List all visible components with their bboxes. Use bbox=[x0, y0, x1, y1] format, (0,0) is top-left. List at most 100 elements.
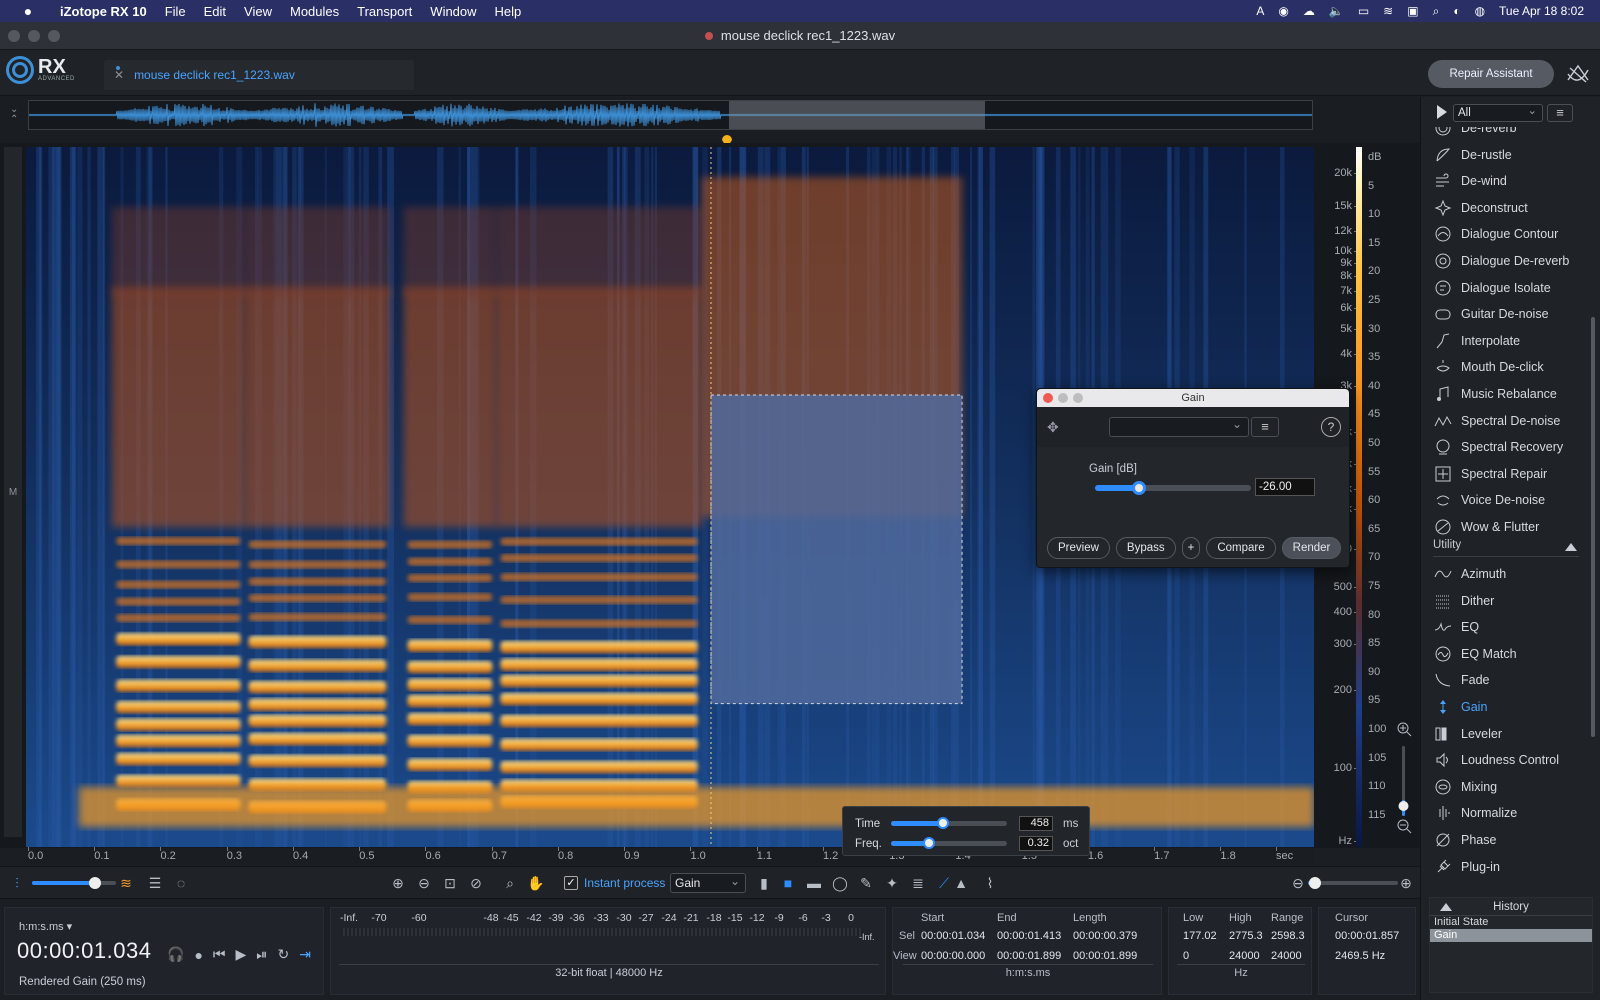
module-item-guitar-de-noise[interactable]: Guitar De-noise bbox=[1433, 303, 1589, 325]
module-item-normalize[interactable]: Normalize bbox=[1433, 802, 1589, 824]
module-item-dialogue-de-reverb[interactable]: Dialogue De-reverb bbox=[1433, 250, 1589, 272]
control-center-icon[interactable]: ◐ bbox=[1453, 4, 1460, 18]
horizontal-zoom-knob[interactable] bbox=[1309, 877, 1322, 889]
module-item-mixing[interactable]: Mixing bbox=[1433, 776, 1589, 798]
zoom-fit-icon[interactable]: ⊘ bbox=[466, 873, 486, 893]
gain-value-field[interactable]: -26.00 bbox=[1255, 478, 1315, 496]
module-item-spectral-recovery[interactable]: Spectral Recovery bbox=[1433, 436, 1589, 458]
module-item-eq[interactable]: EQ bbox=[1433, 616, 1589, 638]
harmonic-selection-icon[interactable]: ≣ bbox=[908, 873, 928, 893]
volume-icon[interactable]: 🔈 bbox=[1329, 4, 1344, 18]
freq-feather-value[interactable]: 0.32 bbox=[1019, 836, 1053, 851]
preview-button[interactable]: Preview bbox=[1047, 537, 1110, 559]
module-item-deconstruct[interactable]: Deconstruct bbox=[1433, 197, 1589, 219]
loop-button[interactable]: ↻ bbox=[278, 946, 290, 963]
module-item-gain[interactable]: Gain bbox=[1433, 696, 1589, 718]
horizontal-zoom-out-icon[interactable]: ⊖ bbox=[1290, 873, 1306, 893]
play-selection-button[interactable]: ⏯ bbox=[256, 946, 267, 963]
module-item-dialogue-contour[interactable]: Dialogue Contour bbox=[1433, 223, 1589, 245]
time-frequency-selection-tool-icon[interactable]: ■ bbox=[778, 873, 798, 893]
view-high-value[interactable]: 24000 bbox=[1229, 950, 1260, 962]
input-source-icon[interactable]: ▣ bbox=[1407, 4, 1418, 18]
lasso-tool-icon[interactable]: ◯ bbox=[830, 873, 850, 893]
module-item-music-rebalance[interactable]: Music Rebalance bbox=[1433, 383, 1589, 405]
go-to-start-button[interactable]: ⏮ bbox=[213, 946, 226, 963]
sel-start-value[interactable]: 00:00:01.034 bbox=[921, 930, 985, 942]
history-title[interactable]: History bbox=[1430, 898, 1592, 916]
repair-assistant-button[interactable]: Repair Assistant bbox=[1428, 60, 1554, 88]
battery-icon[interactable]: ▭ bbox=[1358, 4, 1369, 18]
add-bypass-button[interactable]: + bbox=[1181, 537, 1201, 559]
module-item-phase[interactable]: Phase bbox=[1433, 829, 1589, 851]
horizontal-zoom-in-icon[interactable]: ⊕ bbox=[1398, 873, 1414, 893]
follow-playhead-button[interactable]: ⇥ bbox=[299, 946, 311, 963]
sel-high-value[interactable]: 2775.3 bbox=[1229, 930, 1263, 942]
wifi-icon[interactable]: ≋ bbox=[1383, 4, 1393, 18]
view-low-value[interactable]: 0 bbox=[1183, 950, 1189, 962]
draw-curve-icon[interactable]: ⌇ bbox=[980, 873, 1000, 893]
feather-options-icon[interactable]: ▲ bbox=[954, 873, 968, 893]
module-item-azimuth[interactable]: Azimuth bbox=[1433, 563, 1589, 585]
waveform-spectrogram-knob[interactable] bbox=[89, 877, 101, 889]
preset-menu-button[interactable]: ≡ bbox=[1251, 417, 1279, 437]
horizontal-zoom-slider[interactable] bbox=[1308, 877, 1398, 889]
time-feather-slider[interactable] bbox=[891, 817, 1007, 829]
zoom-selection-icon[interactable]: ⊡ bbox=[440, 873, 460, 893]
instant-process-label[interactable]: Instant process bbox=[584, 876, 665, 890]
waveform-view-icon[interactable]: ⫶ bbox=[8, 873, 26, 893]
module-item-interpolate[interactable]: Interpolate bbox=[1433, 330, 1589, 352]
vpn-icon[interactable]: ◉ bbox=[1278, 4, 1288, 18]
menu-transport[interactable]: Transport bbox=[348, 4, 421, 19]
freq-feather-slider[interactable] bbox=[891, 837, 1007, 849]
module-item-de-reverb[interactable]: De-reverb bbox=[1433, 127, 1589, 139]
module-item-plug-in[interactable]: Plug-in bbox=[1433, 856, 1589, 878]
cloud-icon[interactable]: ☁ bbox=[1303, 4, 1315, 18]
view-end-value[interactable]: 00:00:01.899 bbox=[997, 950, 1061, 962]
rx-connect-icon[interactable] bbox=[1564, 60, 1592, 88]
view-range-value[interactable]: 24000 bbox=[1271, 950, 1302, 962]
zoom-in-icon[interactable]: ⊕ bbox=[388, 873, 408, 893]
minimize-panel-button[interactable] bbox=[1058, 393, 1068, 403]
sel-end-value[interactable]: 00:00:01.413 bbox=[997, 930, 1061, 942]
gain-panel-title-bar[interactable]: Gain bbox=[1037, 389, 1349, 407]
module-item-voice-de-noise[interactable]: Voice De-noise bbox=[1433, 489, 1589, 511]
history-item[interactable]: Gain bbox=[1430, 929, 1592, 942]
module-list-scrollbar[interactable] bbox=[1591, 317, 1595, 737]
time-selection-tool-icon[interactable]: ▮ bbox=[756, 873, 772, 893]
module-item-leveler[interactable]: Leveler bbox=[1433, 723, 1589, 745]
brush-tool-icon[interactable]: ✎ bbox=[856, 873, 876, 893]
zoom-window-button[interactable] bbox=[48, 30, 60, 42]
instant-process-module-select[interactable]: Gain bbox=[670, 872, 746, 893]
siri-icon[interactable]: ◍ bbox=[1475, 4, 1485, 18]
help-button[interactable]: ? bbox=[1321, 417, 1341, 437]
view-length-value[interactable]: 00:00:01.899 bbox=[1073, 950, 1137, 962]
collapse-overview-icon[interactable]: ⌄ ⌃ bbox=[10, 105, 18, 125]
preset-dropdown[interactable] bbox=[1109, 417, 1249, 437]
time-format-select[interactable]: h:m:s.ms ▾ bbox=[19, 920, 72, 933]
module-item-spectral-repair[interactable]: Spectral Repair bbox=[1433, 463, 1589, 485]
bypass-button[interactable]: Bypass bbox=[1115, 537, 1176, 559]
gain-slider-knob[interactable] bbox=[1131, 481, 1146, 495]
menu-window[interactable]: Window bbox=[421, 4, 485, 19]
time-feather-knob[interactable] bbox=[937, 817, 950, 829]
module-item-eq-match[interactable]: EQ Match bbox=[1433, 643, 1589, 665]
module-item-dither[interactable]: Dither bbox=[1433, 590, 1589, 612]
menu-modules[interactable]: Modules bbox=[281, 4, 348, 19]
menu-view[interactable]: View bbox=[235, 4, 281, 19]
minimize-window-button[interactable] bbox=[28, 30, 40, 42]
module-filter-select[interactable]: All bbox=[1453, 103, 1543, 122]
gain-slider[interactable] bbox=[1095, 481, 1251, 495]
render-button[interactable]: Render bbox=[1281, 537, 1342, 559]
module-item-mouth-de-click[interactable]: Mouth De-click bbox=[1433, 356, 1589, 378]
module-item-spectral-de-noise[interactable]: Spectral De-noise bbox=[1433, 410, 1589, 432]
history-item[interactable]: Initial State bbox=[1430, 916, 1592, 929]
time-feather-value[interactable]: 458 bbox=[1019, 816, 1053, 831]
headphones-icon[interactable]: 🎧 bbox=[167, 946, 184, 963]
module-list-menu-button[interactable]: ≡ bbox=[1547, 104, 1573, 122]
module-item-de-rustle[interactable]: De-rustle bbox=[1433, 144, 1589, 166]
adobe-icon[interactable]: A bbox=[1256, 4, 1264, 18]
view-start-value[interactable]: 00:00:00.000 bbox=[921, 950, 985, 962]
sel-length-value[interactable]: 00:00:00.379 bbox=[1073, 930, 1137, 942]
sel-range-value[interactable]: 2598.3 bbox=[1271, 930, 1305, 942]
module-item-de-wind[interactable]: De-wind bbox=[1433, 170, 1589, 192]
